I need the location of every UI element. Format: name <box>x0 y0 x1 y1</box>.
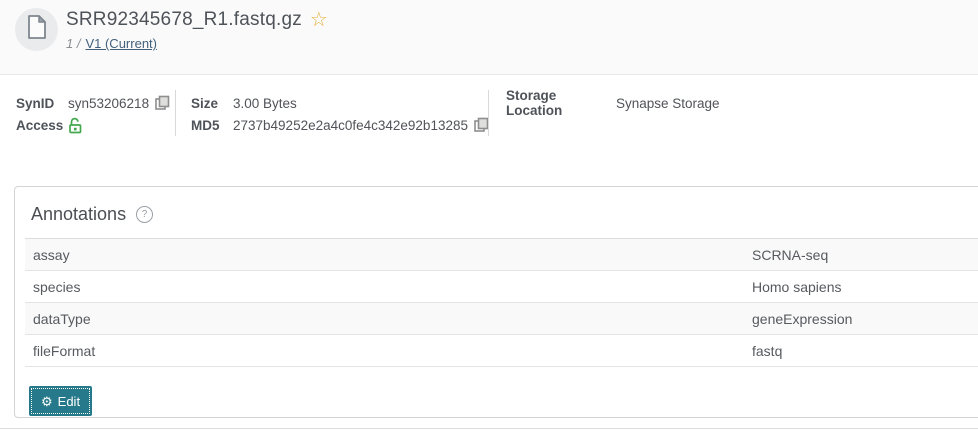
annotation-value: fastq <box>752 343 782 359</box>
table-row: species Homo sapiens <box>25 271 978 303</box>
synid-label: SynID <box>16 96 68 111</box>
gear-icon: ⚙ <box>41 395 53 408</box>
md5-label: MD5 <box>191 118 233 133</box>
open-lock-icon[interactable] <box>68 117 83 134</box>
copy-synid-icon[interactable] <box>155 95 170 111</box>
copy-md5-icon[interactable] <box>474 117 489 133</box>
table-row: dataType geneExpression <box>25 303 978 335</box>
size-label: Size <box>191 96 233 111</box>
help-icon[interactable]: ? <box>136 206 153 223</box>
file-avatar <box>15 8 58 51</box>
annotations-title: Annotations <box>31 204 126 225</box>
md5-value: 2737b49252e2a4c0fe4c342e92b13285 <box>233 118 468 133</box>
version-current-link[interactable]: V1 (Current) <box>85 36 157 51</box>
size-value: 3.00 Bytes <box>233 96 297 111</box>
annotation-key: fileFormat <box>25 343 752 359</box>
annotations-table: assay SCRNA-seq species Homo sapiens dat… <box>25 238 978 367</box>
annotation-value: geneExpression <box>752 311 852 327</box>
table-row: fileFormat fastq <box>25 335 978 367</box>
storage-location-value: Synapse Storage <box>616 96 720 111</box>
version-breadcrumb: 1 / V1 (Current) <box>66 36 157 51</box>
file-icon <box>27 15 47 44</box>
annotation-key: species <box>25 279 752 295</box>
edit-annotations-button[interactable]: ⚙ Edit <box>29 386 92 416</box>
page-title: SRR92345678_R1.fastq.gz <box>66 9 302 31</box>
bottom-divider <box>0 428 978 429</box>
meta-divider <box>488 90 489 136</box>
version-number: 1 / <box>66 36 80 51</box>
table-row: assay SCRNA-seq <box>25 239 978 271</box>
annotation-key: assay <box>25 247 752 263</box>
storage-location-label: Storage Location <box>506 88 616 118</box>
access-label: Access <box>16 118 68 133</box>
annotations-panel: Annotations ? assay SCRNA-seq species Ho… <box>14 186 978 418</box>
annotation-key: dataType <box>25 311 752 327</box>
edit-button-label: Edit <box>58 394 80 409</box>
file-metadata: SynID syn53206218 Access Size 3.00 <box>0 76 978 160</box>
synid-value: syn53206218 <box>68 96 149 111</box>
annotation-value: SCRNA-seq <box>752 247 828 263</box>
file-header: SRR92345678_R1.fastq.gz ☆ 1 / V1 (Curren… <box>0 0 978 75</box>
meta-divider <box>175 90 176 136</box>
annotation-value: Homo sapiens <box>752 279 842 295</box>
favorite-star-icon[interactable]: ☆ <box>310 10 328 30</box>
